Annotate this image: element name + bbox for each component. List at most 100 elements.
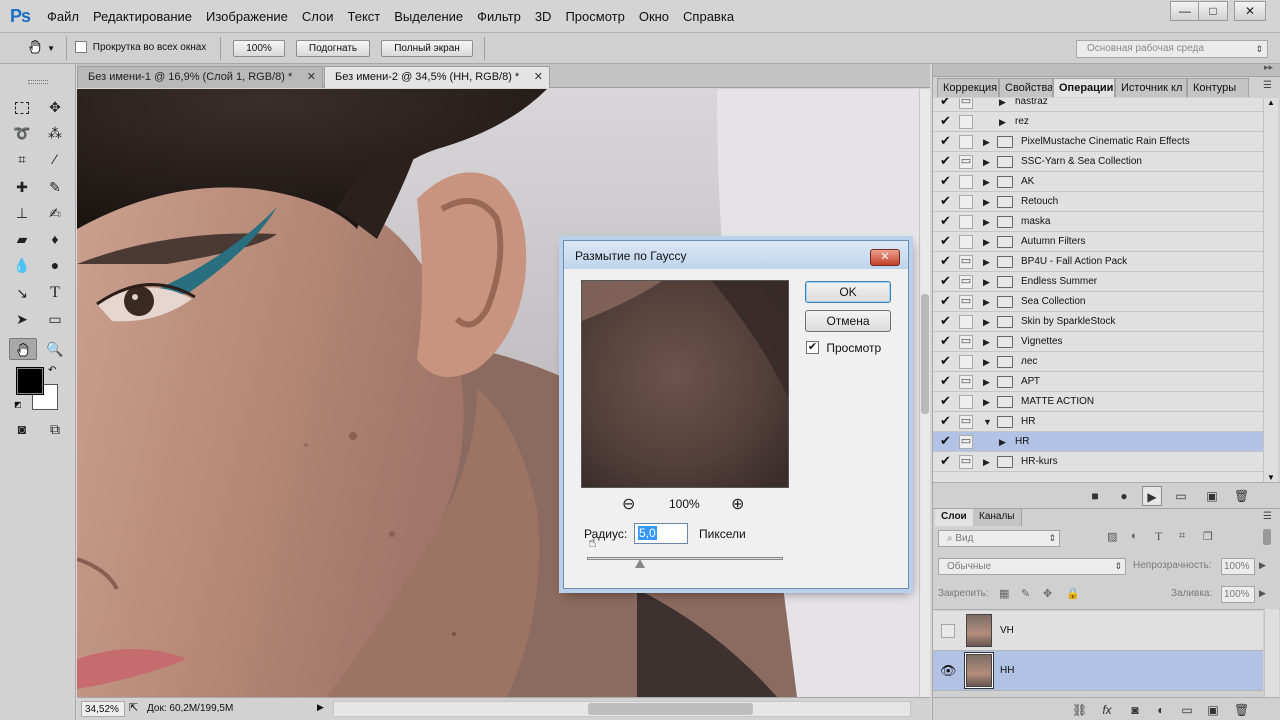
- collapsed-arrow-icon[interactable]: ▶: [983, 215, 993, 229]
- path-selection-tool-icon[interactable]: ➤: [10, 308, 34, 330]
- dialog-toggle-icon[interactable]: ▭: [959, 415, 973, 429]
- menu-edit[interactable]: Редактирование: [86, 9, 199, 24]
- new-layer-icon[interactable]: ▣: [1206, 703, 1220, 717]
- action-set-row[interactable]: ✔ ▶ AK: [933, 172, 1263, 192]
- toggle-checkmark-icon[interactable]: ✔: [940, 174, 954, 188]
- collapsed-arrow-icon[interactable]: ▶: [999, 435, 1009, 449]
- collapsed-arrow-icon[interactable]: ▶: [983, 315, 993, 329]
- action-set-row[interactable]: ✔ ▭ ▶ Vignettes: [933, 332, 1263, 352]
- status-menu-arrow-icon[interactable]: ▶: [317, 702, 324, 713]
- screen-mode-icon[interactable]: ⧉: [43, 418, 67, 440]
- lock-move-icon[interactable]: ✥: [1043, 587, 1052, 600]
- dialog-toggle-icon[interactable]: ▭: [959, 295, 973, 309]
- tab-actions[interactable]: Операции: [1053, 78, 1115, 97]
- filter-type-icon[interactable]: T: [1155, 529, 1162, 544]
- collapsed-arrow-icon[interactable]: ▶: [983, 195, 993, 209]
- layer-filter-select[interactable]: ⌕ Вид ⇕: [938, 530, 1060, 547]
- swap-colors-icon[interactable]: ↶: [48, 365, 56, 376]
- panel-menu-icon[interactable]: ☰: [1263, 80, 1272, 91]
- canvas-vertical-scrollbar[interactable]: [919, 89, 930, 697]
- play-icon[interactable]: ▶: [1142, 486, 1162, 506]
- collapsed-arrow-icon[interactable]: ▶: [999, 98, 1009, 109]
- close-icon[interactable]: ✕: [307, 67, 316, 87]
- expanded-arrow-icon[interactable]: ▼: [983, 415, 993, 429]
- toggle-checkmark-icon[interactable]: ✔: [940, 394, 954, 408]
- toggle-checkmark-icon[interactable]: ✔: [940, 354, 954, 368]
- eye-icon[interactable]: 👁: [940, 663, 957, 679]
- healing-brush-tool-icon[interactable]: ✚: [10, 176, 34, 198]
- dialog-toggle-icon[interactable]: ▭: [959, 455, 973, 469]
- tools-grip[interactable]: [28, 80, 48, 84]
- zoom-out-icon[interactable]: ⊖: [622, 494, 635, 514]
- collapsed-arrow-icon[interactable]: ▶: [983, 375, 993, 389]
- radius-slider-handle[interactable]: [635, 559, 645, 568]
- foreground-color-swatch[interactable]: [17, 368, 43, 394]
- menu-filter[interactable]: Фильтр: [470, 9, 528, 24]
- toggle-checkmark-icon[interactable]: ✔: [940, 114, 954, 128]
- dialog-toggle-icon[interactable]: [959, 315, 973, 329]
- quick-mask-icon[interactable]: ◙: [10, 418, 34, 440]
- scroll-down-icon[interactable]: ▼: [1267, 473, 1275, 482]
- dialog-toggle-icon[interactable]: ▭: [959, 98, 973, 109]
- action-set-row[interactable]: ✔ ▭ ▼ HR: [933, 412, 1263, 432]
- rectangle-tool-icon[interactable]: ▭: [43, 308, 67, 330]
- dialog-toggle-icon[interactable]: [959, 215, 973, 229]
- action-set-row[interactable]: ✔ ▭ ▶ BP4U - Fall Action Pack: [933, 252, 1263, 272]
- action-set-row[interactable]: ✔ ▶ MATTE ACTION: [933, 392, 1263, 412]
- canvas-horizontal-scrollbar[interactable]: [333, 701, 911, 717]
- dialog-toggle-icon[interactable]: [959, 135, 973, 149]
- collapsed-arrow-icon[interactable]: ▶: [983, 135, 993, 149]
- record-icon[interactable]: ●: [1117, 489, 1131, 503]
- action-row[interactable]: ✔ ▭ ▶ hastraz: [933, 98, 1263, 112]
- lock-all-icon[interactable]: 🔒: [1066, 587, 1080, 600]
- ok-button[interactable]: OK: [805, 281, 891, 303]
- layer-name[interactable]: VH: [1000, 611, 1014, 651]
- collapsed-arrow-icon[interactable]: ▶: [983, 175, 993, 189]
- dialog-toggle-icon[interactable]: ▭: [959, 255, 973, 269]
- collapse-arrows-icon[interactable]: ▸▸: [1264, 62, 1273, 73]
- toggle-checkmark-icon[interactable]: ✔: [940, 274, 954, 288]
- dialog-toggle-icon[interactable]: [959, 235, 973, 249]
- dialog-toggle-icon[interactable]: ▭: [959, 275, 973, 289]
- action-set-row[interactable]: ✔ ▶ maska: [933, 212, 1263, 232]
- brush-tool-icon[interactable]: ✎: [43, 176, 67, 198]
- opacity-arrow-icon[interactable]: ▶: [1259, 560, 1266, 571]
- toggle-checkmark-icon[interactable]: ✔: [940, 234, 954, 248]
- dialog-toggle-icon[interactable]: ▭: [959, 435, 973, 449]
- action-set-row[interactable]: ✔ ▭ ▶ АРТ: [933, 372, 1263, 392]
- action-row[interactable]: ✔ ▭ ▶ HR: [933, 432, 1263, 452]
- preview-checkbox[interactable]: ✔ Просмотр: [806, 340, 881, 356]
- toggle-checkmark-icon[interactable]: ✔: [940, 294, 954, 308]
- share-icon[interactable]: ⇱: [129, 701, 138, 714]
- filter-pixel-icon[interactable]: ▨: [1107, 530, 1117, 543]
- link-layers-icon[interactable]: ⛓: [1072, 703, 1087, 717]
- action-set-row[interactable]: ✔ ▭ ▶ SSC-Yarn & Sea Collection: [933, 152, 1263, 172]
- pen-tool-icon[interactable]: ↘: [10, 282, 34, 304]
- dialog-toggle-icon[interactable]: [959, 195, 973, 209]
- maximize-button[interactable]: □: [1198, 1, 1228, 21]
- workspace-select[interactable]: Основная рабочая среда ⇕: [1076, 40, 1268, 58]
- panel-menu-icon[interactable]: ☰: [1263, 511, 1272, 522]
- fit-screen-button[interactable]: Подогнать: [296, 40, 370, 57]
- scrollbar-thumb[interactable]: [588, 703, 753, 715]
- menu-layers[interactable]: Слои: [295, 9, 341, 24]
- action-set-row[interactable]: ✔ ▭ ▶ Endless Summer: [933, 272, 1263, 292]
- new-set-icon[interactable]: ▭: [1174, 489, 1188, 503]
- scroll-all-windows-checkbox[interactable]: Прокрутка во всех окнах: [75, 41, 206, 57]
- marquee-tool-icon[interactable]: [10, 96, 34, 118]
- filter-toggle[interactable]: [1263, 529, 1271, 545]
- zoom-tool-icon[interactable]: 🔍: [43, 338, 67, 360]
- blur-preview[interactable]: [581, 280, 789, 488]
- tab-channels[interactable]: Каналы: [973, 509, 1022, 526]
- action-set-row[interactable]: ✔ ▶ лес: [933, 352, 1263, 372]
- menu-file[interactable]: Файл: [40, 9, 86, 24]
- default-colors-icon[interactable]: ◩: [14, 400, 24, 410]
- paint-bucket-tool-icon[interactable]: ♦: [43, 228, 67, 250]
- collapsed-arrow-icon[interactable]: ▶: [983, 335, 993, 349]
- minimize-button[interactable]: —: [1170, 1, 1200, 21]
- action-set-row[interactable]: ✔ ▶ PixelMustache Cinematic Rain Effects: [933, 132, 1263, 152]
- dialog-toggle-icon[interactable]: [959, 115, 973, 129]
- radius-slider[interactable]: [587, 557, 783, 560]
- menu-help[interactable]: Справка: [676, 9, 741, 24]
- collapsed-arrow-icon[interactable]: ▶: [983, 255, 993, 269]
